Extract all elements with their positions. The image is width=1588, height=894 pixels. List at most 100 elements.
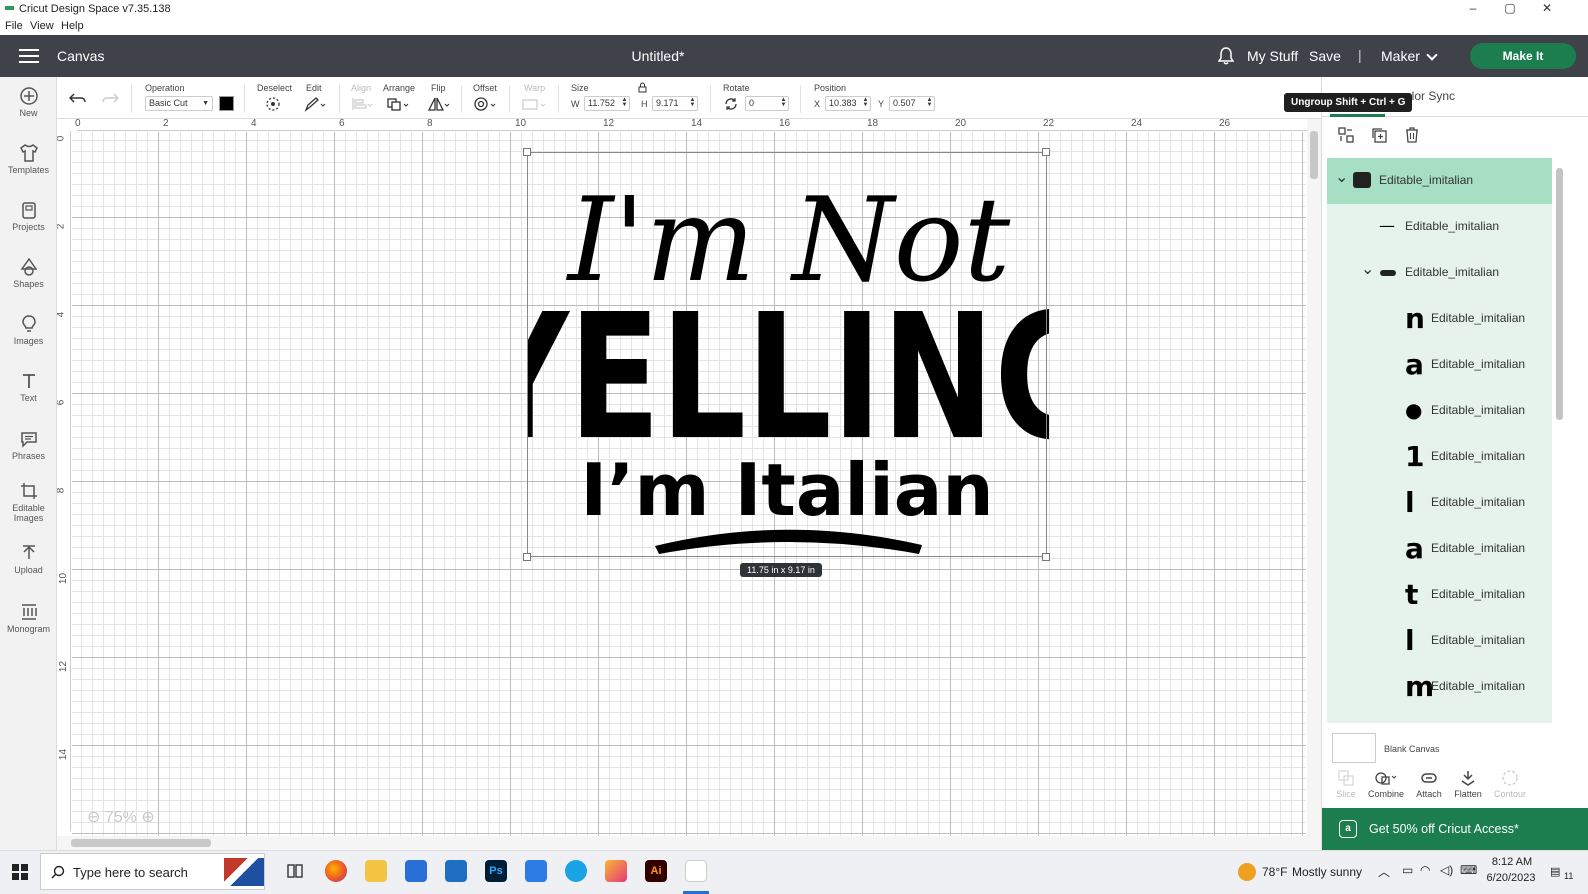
clock-time[interactable]: 8:12 AM <box>1483 856 1541 868</box>
zoom-control[interactable]: ⊖ 75% ⊕ <box>87 807 155 827</box>
make-it-button[interactable]: Make It <box>1470 43 1576 69</box>
document-title[interactable]: Untitled* <box>0 48 1316 64</box>
ungroup-icon[interactable] <box>1337 126 1355 144</box>
task-view-icon[interactable] <box>284 860 306 882</box>
layer-row[interactable]: — Editable_imitalian <box>1327 204 1552 250</box>
volume-icon[interactable]: ◁) <box>1440 863 1453 877</box>
sidebar-item-new[interactable]: New <box>0 86 57 118</box>
file-explorer-icon[interactable] <box>365 860 387 882</box>
operation-select[interactable]: Basic Cut ▼ <box>145 96 213 111</box>
chevron-down-icon[interactable] <box>1426 49 1438 61</box>
taskbar-search[interactable]: Type here to search <box>40 853 265 890</box>
clock-date[interactable]: 6/20/2023 <box>1478 872 1544 884</box>
horizontal-scrollbar[interactable] <box>57 836 1307 850</box>
layer-row[interactable]: t Editable_imitalian <box>1327 572 1552 618</box>
width-input[interactable]: 11.752 ▲ ▼ <box>584 96 630 111</box>
chevron-up-icon[interactable]: ︿ <box>1378 863 1390 880</box>
lock-icon[interactable] <box>638 82 647 93</box>
network-icon[interactable]: ▭ <box>1402 863 1413 877</box>
arrange-icon[interactable] <box>386 96 410 112</box>
resize-handle[interactable] <box>1042 148 1050 156</box>
zoom-in-icon[interactable]: ⊕ <box>141 809 154 826</box>
tab-color-sync[interactable]: olor Sync <box>1405 89 1455 103</box>
cricut-app-icon[interactable] <box>685 860 707 882</box>
stepper-icon[interactable]: ▲ ▼ <box>780 97 787 109</box>
my-stuff-link[interactable]: My Stuff <box>1247 48 1298 64</box>
sidebar-item-editable-images[interactable]: Editable Images <box>0 481 57 523</box>
resize-handle[interactable] <box>523 148 531 156</box>
stepper-icon[interactable]: ▲ ▼ <box>621 97 628 109</box>
rotate-input[interactable]: 0 ▲ ▼ <box>745 96 789 111</box>
minimize-button[interactable]: – <box>1458 1 1488 17</box>
stepper-icon[interactable]: ▲ ▼ <box>926 97 933 109</box>
stepper-icon[interactable]: ▲ ▼ <box>862 97 869 109</box>
notification-icon[interactable]: ▤ <box>1550 865 1560 878</box>
slice-button[interactable]: Slice <box>1324 769 1368 799</box>
offset-icon[interactable] <box>473 96 497 112</box>
sidebar-item-images[interactable]: Images <box>0 314 57 346</box>
flip-icon[interactable] <box>427 96 451 112</box>
skype-icon[interactable] <box>565 860 587 882</box>
layer-row[interactable]: ⌄ Editable_imitalian <box>1327 158 1552 204</box>
photoshop-icon[interactable]: Ps <box>485 860 507 882</box>
weather-temp[interactable]: 78°F <box>1262 865 1287 879</box>
contour-button[interactable]: Contour <box>1488 769 1532 799</box>
attach-button[interactable]: Attach <box>1407 769 1451 799</box>
layer-row[interactable]: ●Editable_imitalian <box>1327 710 1552 723</box>
redo-icon[interactable] <box>101 90 119 106</box>
sidebar-item-text[interactable]: Text <box>0 371 57 403</box>
weather-desc[interactable]: Mostly sunny <box>1292 865 1362 879</box>
deselect-icon[interactable] <box>265 96 281 112</box>
align-icon[interactable] <box>351 96 373 112</box>
layer-row[interactable]: a Editable_imitalian <box>1327 526 1552 572</box>
promo-banner[interactable]: a Get 50% off Cricut Access* <box>1322 808 1588 850</box>
menu-help[interactable]: Help <box>61 20 84 32</box>
mail-icon[interactable] <box>445 860 467 882</box>
flatten-button[interactable]: Flatten <box>1446 769 1490 799</box>
wifi-icon[interactable]: ◠ <box>1420 863 1430 877</box>
photos-icon[interactable] <box>605 860 627 882</box>
resize-handle[interactable] <box>523 553 531 561</box>
close-window-button[interactable]: ✕ <box>1532 1 1562 17</box>
layer-row[interactable]: l Editable_imitalian <box>1327 618 1552 664</box>
save-button[interactable]: Save <box>1309 48 1341 64</box>
machine-select[interactable]: Maker <box>1381 48 1420 64</box>
sidebar-item-templates[interactable]: Templates <box>0 143 57 175</box>
illustrator-icon[interactable]: Ai <box>645 860 667 882</box>
layer-row[interactable]: m Editable_imitalian <box>1327 664 1552 710</box>
layer-row[interactable]: ⌄ Editable_imitalian <box>1327 250 1552 296</box>
height-input[interactable]: 9.171 ▲ ▼ <box>652 96 698 111</box>
sidebar-item-phrases[interactable]: Phrases <box>0 429 57 461</box>
sidebar-item-shapes[interactable]: Shapes <box>0 257 57 289</box>
design-canvas[interactable]: 02468101214161820222426 02468101214 I'm … <box>57 119 1321 850</box>
layer-row[interactable]: 1 Editable_imitalian <box>1327 434 1552 480</box>
layer-row[interactable]: n Editable_imitalian <box>1327 296 1552 342</box>
rotate-icon[interactable] <box>723 96 739 112</box>
firefox-icon[interactable] <box>325 860 347 882</box>
operation-color-swatch[interactable] <box>219 96 234 111</box>
x-position-input[interactable]: 10.383 ▲ ▼ <box>825 96 871 111</box>
layers-scrollbar[interactable] <box>1555 158 1564 723</box>
menu-view[interactable]: View <box>30 20 54 32</box>
sidebar-item-upload[interactable]: Upload <box>0 543 57 575</box>
blank-canvas-swatch[interactable] <box>1332 733 1376 763</box>
layer-row[interactable]: ●Editable_imitalian <box>1327 388 1552 434</box>
calculator-icon[interactable] <box>525 860 547 882</box>
language-icon[interactable]: ⌨ <box>1460 863 1477 877</box>
undo-icon[interactable] <box>69 90 87 106</box>
menu-file[interactable]: File <box>5 20 23 32</box>
sidebar-item-monogram[interactable]: Monogram <box>0 602 57 634</box>
windows-start-icon[interactable] <box>12 864 28 880</box>
pen-edit-icon[interactable] <box>304 96 326 112</box>
maximize-button[interactable]: ▢ <box>1495 1 1525 17</box>
store-icon[interactable] <box>405 860 427 882</box>
zoom-out-icon[interactable]: ⊖ <box>87 809 100 826</box>
selection-box[interactable] <box>527 152 1047 557</box>
resize-handle[interactable] <box>1042 553 1050 561</box>
layer-row[interactable]: l Editable_imitalian <box>1327 480 1552 526</box>
combine-button[interactable]: Combine <box>1364 769 1408 799</box>
y-position-input[interactable]: 0.507 ▲ ▼ <box>889 96 935 111</box>
sidebar-item-projects[interactable]: Projects <box>0 200 57 232</box>
duplicate-icon[interactable] <box>1370 126 1388 144</box>
warp-icon[interactable] <box>521 96 547 112</box>
